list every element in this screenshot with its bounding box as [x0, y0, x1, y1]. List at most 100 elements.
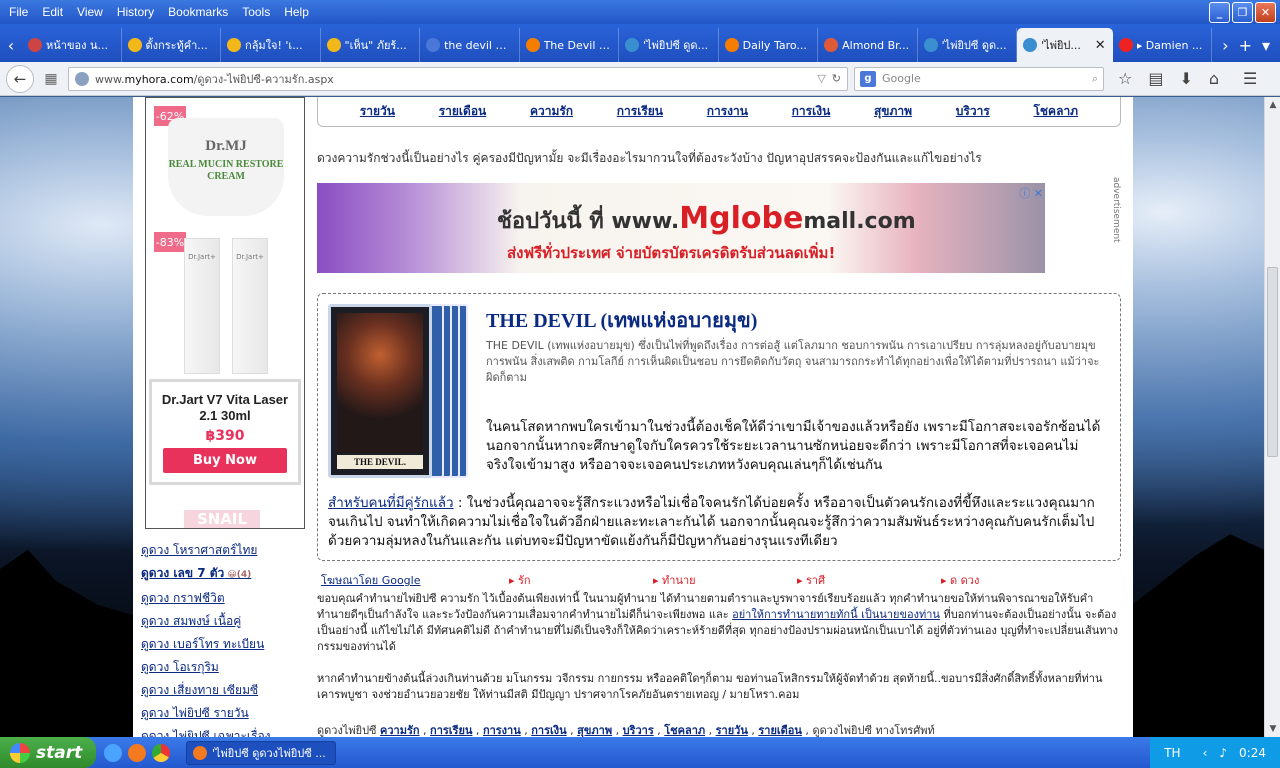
menu-file[interactable]: File: [2, 3, 35, 21]
buy-now-button[interactable]: Buy Now: [163, 448, 287, 473]
footer-separator: ,: [612, 724, 623, 737]
google-icon[interactable]: g: [860, 70, 876, 87]
left-nav-link[interactable]: ดูดวง โหราศาสตร์ไทย: [141, 539, 311, 562]
left-nav-link[interactable]: ดูดวง โอเรกุริม: [141, 656, 311, 679]
browser-tab[interactable]: ตั้งกระทู้คำ...: [122, 28, 222, 62]
sponsored-category-link[interactable]: ▸ ทำนาย: [653, 571, 797, 589]
close-window-button[interactable]: ✕: [1255, 2, 1276, 23]
bookmark-star-icon[interactable]: ☆: [1118, 69, 1132, 88]
url-path: /ดูดวง-ไพ่ยิปซี-ความรัก.aspx: [193, 72, 334, 86]
browser-tab[interactable]: The Devil |...: [520, 28, 620, 62]
footer-link[interactable]: รายเดือน: [758, 724, 802, 737]
browser-tab[interactable]: ▸ Damien ...: [1113, 28, 1213, 62]
sidebar-ad[interactable]: -62% Dr.MJ REAL MUCIN RESTORE CREAM -83%…: [145, 97, 305, 529]
maximize-button[interactable]: ❐: [1232, 2, 1253, 23]
banner-ad[interactable]: ช้อปวันนี้ ที่ www.Mglobemall.com ส่งฟรี…: [317, 183, 1045, 273]
language-indicator[interactable]: TH: [1164, 746, 1180, 760]
browser-tab[interactable]: 'ไพ่ยิป... ✕: [1017, 28, 1113, 62]
product-jar[interactable]: Dr.MJ REAL MUCIN RESTORE CREAM: [168, 118, 284, 216]
product-tubes[interactable]: Dr.Jart+ Dr.Jart+: [176, 238, 276, 374]
url-text[interactable]: www.myhora.com/ดูดวง-ไพ่ยิปซี-ความรัก.as…: [95, 70, 811, 88]
tab-list-icon[interactable]: ▾: [1262, 36, 1270, 55]
back-button[interactable]: ←: [6, 64, 34, 93]
tab-close-icon[interactable]: ✕: [1095, 38, 1106, 53]
taskbar-firefox-window[interactable]: 'ไพ่ยิปซี ดูดวงไพ่ยิปซี ...: [186, 740, 336, 765]
card-title: THE DEVIL (เทพแห่งอบายมุข): [486, 310, 758, 332]
disclaimer-link[interactable]: อย่าให้การทำนายทายทักนี้ เป็นนายของท่าน: [732, 608, 940, 621]
tab-scroll-right-icon[interactable]: ›: [1222, 36, 1228, 55]
footer-link[interactable]: สุขภาพ: [577, 724, 612, 737]
menu-history[interactable]: History: [110, 3, 161, 21]
tab-scroll-left-icon[interactable]: ‹: [0, 28, 22, 62]
left-nav-link[interactable]: ดูดวง ไพ่ยิปซี เฉพาะเรื่อง: [141, 725, 311, 737]
menu-edit[interactable]: Edit: [35, 3, 70, 21]
footer-link[interactable]: ความรัก: [380, 724, 420, 737]
search-icon[interactable]: ⌕: [1092, 72, 1098, 86]
menu-bookmarks[interactable]: Bookmarks: [161, 3, 235, 21]
product-card[interactable]: Dr.Jart V7 Vita Laser 2.1 30ml ฿390 Buy …: [149, 379, 301, 485]
browser-tab[interactable]: Almond Br...: [818, 28, 918, 62]
footer-link[interactable]: โชคลาภ: [664, 724, 705, 737]
footer-link[interactable]: การเงิน: [531, 724, 566, 737]
speaker-icon[interactable]: ♪: [1219, 746, 1227, 760]
left-nav-link[interactable]: ดูดวง เสี่ยงทาย เซียมซี: [141, 679, 311, 702]
left-nav-link[interactable]: ดูดวง ไพ่ยิปซี รายวัน: [141, 702, 311, 725]
reading-list-icon[interactable]: ▤: [1148, 69, 1163, 88]
browser-tab[interactable]: 'ไพ่ยิปซี ดูด...: [619, 28, 719, 62]
sponsored-category-link[interactable]: ▸ ด ดวง: [941, 571, 1085, 589]
chrome-icon[interactable]: [152, 743, 170, 762]
menu-tools[interactable]: Tools: [235, 3, 277, 21]
start-button[interactable]: start: [0, 737, 96, 768]
home-icon[interactable]: ⌂: [1209, 69, 1219, 88]
firefox-icon[interactable]: [128, 743, 146, 762]
browser-tab[interactable]: Daily Taro...: [719, 28, 819, 62]
category-link[interactable]: สุขภาพ: [874, 102, 912, 121]
sponsored-category-link[interactable]: ▸ ราศี: [797, 571, 941, 589]
tray-expand-icon[interactable]: ‹: [1203, 746, 1208, 760]
category-link[interactable]: การเงิน: [792, 102, 831, 121]
url-bar[interactable]: www.myhora.com/ดูดวง-ไพ่ยิปซี-ความรัก.as…: [68, 66, 848, 91]
tab-label: The Devil |...: [543, 38, 613, 52]
footer-link[interactable]: การงาน: [483, 724, 521, 737]
left-nav-link[interactable]: ดูดวง สมพงษ์ เนื้อคู่: [141, 610, 311, 633]
footer-links: ดูดวงไพ่ยิปซี ความรัก , การเรียน , การงา…: [317, 721, 935, 737]
search-bar[interactable]: g Google ⌕: [854, 66, 1104, 91]
category-link[interactable]: การเรียน: [617, 102, 663, 121]
minimize-button[interactable]: _: [1209, 2, 1230, 23]
category-link[interactable]: การงาน: [707, 102, 748, 121]
footer-link[interactable]: บริวาร: [623, 724, 654, 737]
browser-tab[interactable]: "เห็น" ภัยร้...: [321, 28, 421, 62]
left-nav-link[interactable]: ดูดวง เบอร์โทร ทะเบียน: [141, 633, 311, 656]
left-nav-link[interactable]: ดูดวง กราฟชีวิต: [141, 587, 311, 610]
tab-favicon: [1118, 38, 1133, 52]
scroll-up-icon[interactable]: ▲: [1265, 97, 1280, 113]
blessing-text: หากคำทำนายข้างต้นนี้ล่วงเกินท่านด้วย มโน…: [317, 672, 1103, 701]
scroll-down-icon[interactable]: ▼: [1265, 721, 1280, 737]
reload-icon[interactable]: ↻: [832, 72, 841, 85]
browser-tab[interactable]: 'ไพ่ยิปซี ดูด...: [918, 28, 1018, 62]
downloads-icon[interactable]: ⬇: [1179, 69, 1192, 88]
ad-choices-icon[interactable]: ⓘ ✕: [1019, 185, 1043, 201]
category-link[interactable]: บริวาร: [956, 102, 990, 121]
page-info-icon[interactable]: ▦: [40, 68, 62, 90]
ie-icon[interactable]: [104, 743, 122, 762]
footer-link[interactable]: รายวัน: [716, 724, 748, 737]
category-link[interactable]: โชคลาภ: [1033, 102, 1078, 121]
sponsored-category-link[interactable]: ▸ รัก: [509, 571, 653, 589]
left-nav-link[interactable]: ดูดวง เลข 7 ตัว 😀(4): [141, 562, 311, 587]
browser-tab[interactable]: the devil ค...: [420, 28, 520, 62]
category-link[interactable]: รายเดือน: [439, 102, 487, 121]
category-link[interactable]: ความรัก: [530, 102, 573, 121]
browser-tab[interactable]: กลุ้มใจ! 'เ...: [221, 28, 321, 62]
hamburger-menu-icon[interactable]: ☰: [1243, 69, 1257, 88]
vertical-scrollbar[interactable]: ▲ ▼: [1264, 97, 1280, 737]
category-link[interactable]: รายวัน: [360, 102, 395, 121]
menu-view[interactable]: View: [70, 3, 110, 21]
footer-link[interactable]: การเรียน: [430, 724, 472, 737]
scroll-thumb[interactable]: [1267, 267, 1278, 457]
ads-by-google-link[interactable]: โฆษณาโดย Google: [321, 571, 509, 589]
new-tab-icon[interactable]: +: [1239, 36, 1252, 55]
dropdown-icon[interactable]: ▽: [817, 72, 825, 85]
browser-tab[interactable]: หน้าของ น...: [22, 28, 122, 62]
menu-help[interactable]: Help: [277, 3, 316, 21]
